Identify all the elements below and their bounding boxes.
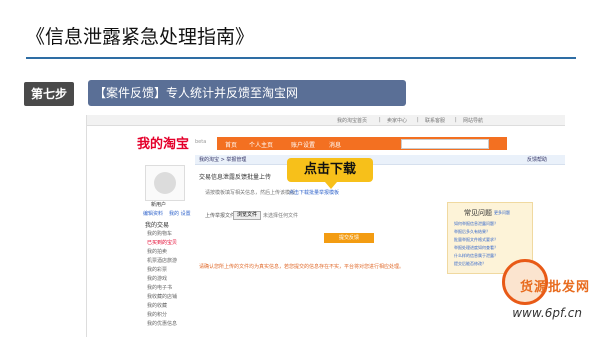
- sidebar-item[interactable]: 我的收藏: [147, 302, 167, 309]
- sidebar-item[interactable]: 我的游戏: [147, 275, 167, 282]
- sidebar-item-active[interactable]: 已买到的宝贝: [147, 239, 177, 246]
- submit-button[interactable]: 提交反馈: [324, 233, 374, 243]
- faq-title: 常见问题: [464, 209, 492, 217]
- faq-item[interactable]: 什么样的信息属于泄露？: [454, 253, 498, 259]
- edit-profile-link[interactable]: 编辑资料: [143, 210, 163, 217]
- template-instruction: 请按模板填写相关信息，然后上传该模版: [205, 190, 296, 196]
- step-label: 第七步: [24, 82, 74, 106]
- sidebar-item[interactable]: 我收藏的店铺: [147, 293, 177, 300]
- sidebar-item[interactable]: 我的彩票: [147, 266, 167, 273]
- topbar-divider: |: [379, 117, 381, 123]
- sidebar-item[interactable]: 我的优惠信息: [147, 320, 177, 327]
- step-banner: 【案件反馈】专人统计并反馈至淘宝网: [88, 80, 406, 106]
- nav-account[interactable]: 账户设置: [291, 140, 315, 149]
- sidebar-item[interactable]: 我的积分: [147, 311, 167, 318]
- topbar-divider: |: [417, 117, 419, 123]
- faq-item[interactable]: 举报处理进度如何查看？: [454, 245, 498, 251]
- upload-heading: 交易信息泄露反馈批量上传: [199, 174, 272, 181]
- nav-profile[interactable]: 个人主页: [249, 140, 273, 149]
- faq-item[interactable]: 举报后多久有结果？: [454, 229, 490, 235]
- sidebar-item[interactable]: 我的拍卖: [147, 248, 167, 255]
- user-name: 新用户: [151, 202, 167, 208]
- slide-title: 《信息泄露紧急处理指南》: [26, 26, 255, 48]
- settings-link[interactable]: 我的 设置: [169, 210, 191, 217]
- taobao-topbar: 我的淘宝首页 | 卖家中心 | 联系客服 | 网站导航: [87, 115, 565, 126]
- watermark-url: www.6pf.cn: [512, 306, 582, 320]
- topbar-link[interactable]: 卖家中心: [387, 117, 407, 124]
- sidebar-item[interactable]: 机票酒店旅游: [147, 257, 177, 264]
- title-divider: [26, 57, 576, 59]
- watermark-cn: 货源批发网: [519, 280, 590, 295]
- faq-item[interactable]: 批量举报文件格式要求？: [454, 237, 498, 243]
- nav-messages[interactable]: 消息: [329, 140, 341, 149]
- search-input[interactable]: [401, 139, 489, 149]
- taobao-logo[interactable]: 我的淘宝: [137, 133, 189, 152]
- sidebar-section-title: 我的交易: [145, 222, 170, 229]
- sidebar-item[interactable]: 我的购物车: [147, 230, 172, 237]
- faq-more-link[interactable]: 更多问题: [494, 210, 510, 216]
- nav-home[interactable]: 首页: [225, 140, 237, 149]
- breadcrumb-bar: 我的淘宝 > 举报管理 反馈帮助: [195, 155, 565, 165]
- taobao-screenshot: 我的淘宝首页 | 卖家中心 | 联系客服 | 网站导航 我的淘宝 beta 首页…: [86, 115, 565, 337]
- warning-text: 请确认您所上传的文件均为真实信息，若您提交的信息存在不实，平台将对您进行相应处理…: [199, 264, 405, 270]
- browse-file-button[interactable]: 浏览文件: [233, 211, 261, 220]
- callout-arrow-icon: [325, 182, 337, 189]
- topbar-divider: |: [455, 117, 457, 123]
- file-status: 未选择任何文件: [263, 213, 299, 219]
- download-callout: 点击下载: [287, 158, 373, 182]
- avatar-face-icon: [154, 172, 176, 194]
- help-link[interactable]: 反馈帮助: [527, 156, 547, 163]
- topbar-link[interactable]: 我的淘宝首页: [337, 117, 367, 124]
- breadcrumb[interactable]: 我的淘宝 > 举报管理: [199, 156, 246, 163]
- avatar[interactable]: [145, 165, 185, 201]
- topbar-link[interactable]: 联系客服: [425, 117, 445, 124]
- download-template-link[interactable]: 点击下载批量举报模板: [289, 189, 339, 196]
- topbar-link[interactable]: 网站导航: [463, 117, 483, 124]
- faq-item[interactable]: 如何举报信息泄露问题？: [454, 221, 498, 227]
- logo-beta-badge: beta: [195, 139, 207, 145]
- sidebar-item[interactable]: 我的电子书: [147, 284, 172, 291]
- faq-item[interactable]: 提交后能否修改？: [454, 261, 486, 267]
